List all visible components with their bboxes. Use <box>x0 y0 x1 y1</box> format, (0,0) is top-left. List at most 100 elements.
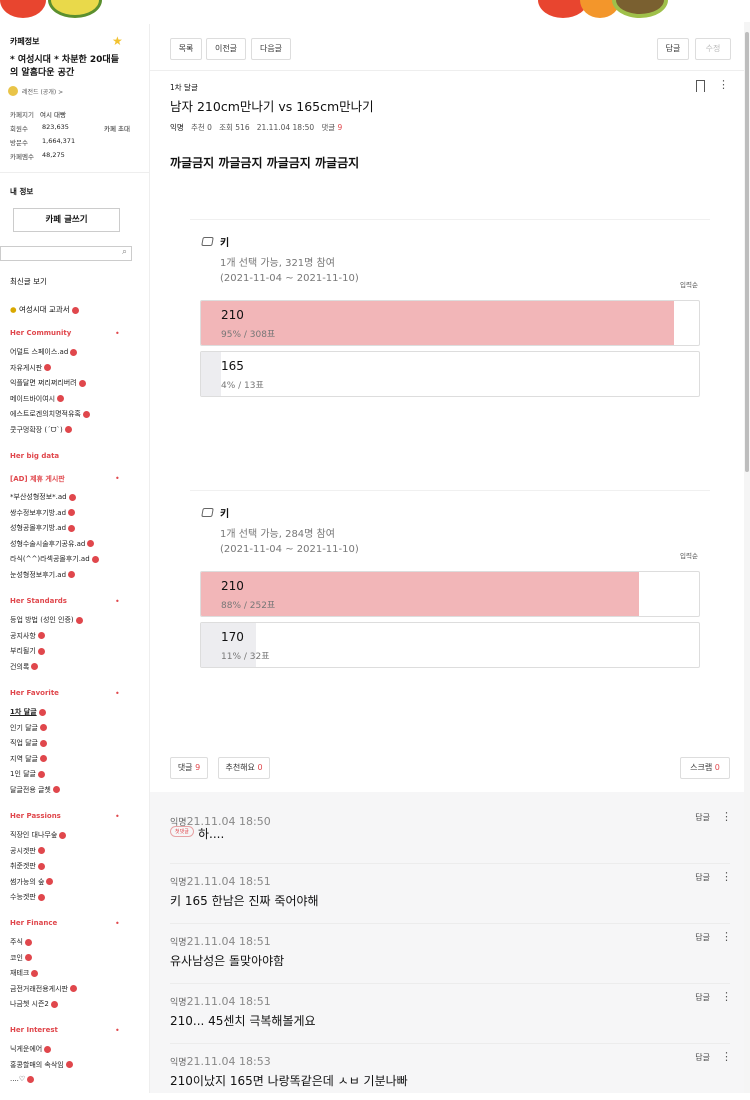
sidebar-menu-item[interactable]: 직업 달글 <box>10 738 47 748</box>
cafe-name[interactable]: * 여성시대 * 차분한 20대들의 알흠다운 공간 <box>10 54 122 80</box>
more-options-icon[interactable]: ⋮ <box>721 810 732 823</box>
menu-group-title[interactable]: Her Finance <box>10 919 57 927</box>
star-icon[interactable]: ★ <box>112 34 123 48</box>
collapse-icon[interactable]: • <box>115 329 120 338</box>
menu-group-title[interactable]: Her Standards <box>10 597 67 605</box>
sidebar-menu-item[interactable]: 홍콩할매의 속삭임 <box>10 1060 73 1070</box>
sidebar-menu-item[interactable]: 자유게시판 <box>10 363 52 373</box>
sidebar-menu-item[interactable]: 금전거래전용게시판 <box>10 984 77 994</box>
search-input[interactable]: ⌕ <box>0 246 132 261</box>
collapse-icon[interactable]: • <box>115 474 120 483</box>
sidebar-menu-item[interactable]: 지역 달글 <box>10 754 47 764</box>
sidebar-menu-item[interactable]: 익플달면 쩌리쩌리버려 <box>10 378 86 388</box>
poll-sort[interactable]: 입력순 <box>680 279 698 289</box>
post-author[interactable]: 익명 <box>170 123 184 132</box>
edit-button[interactable]: 수정 <box>695 38 731 60</box>
post-comments-label[interactable]: 댓글 <box>321 123 335 132</box>
sidebar-menu-item[interactable]: 성형수술시술후기공유.ad <box>10 539 95 549</box>
sidebar-menu-item[interactable]: 수능겟판 <box>10 892 45 902</box>
menu-group-title[interactable]: Her Interest <box>10 1026 58 1034</box>
sidebar-menu-item[interactable]: 어덜트 스페이스.ad <box>10 347 78 357</box>
sidebar-menu-item[interactable]: 에스트로겐의치명적유혹 <box>10 409 90 419</box>
comment-reply-button[interactable]: 답글 <box>695 992 710 1003</box>
menu-group-title[interactable]: Her Favorite <box>10 689 59 697</box>
sidebar-menu-item[interactable]: 건의록 <box>10 662 39 672</box>
sidebar-menu-item[interactable]: 메이드바이여시 <box>10 394 65 404</box>
poll: 키 1개 선택 가능, 321명 참여 (2021-11-04 ~ 2021-11-… <box>190 219 710 429</box>
scrollbar-thumb[interactable] <box>745 32 749 472</box>
search-icon[interactable]: ⌕ <box>122 247 127 257</box>
list-button[interactable]: 목록 <box>170 38 202 60</box>
comment-author[interactable]: 익명 <box>170 878 187 888</box>
poll-option[interactable]: 170 11% / 32표 <box>200 622 700 668</box>
scrap-button[interactable]: 스크랩 0 <box>680 757 730 779</box>
more-options-icon[interactable]: ⋮ <box>721 930 732 943</box>
poll-option[interactable]: 210 88% / 252표 <box>200 571 700 617</box>
sidebar-menu-item[interactable]: 닉게운에어 <box>10 1044 52 1054</box>
menu-group-title[interactable]: [AD] 제휴 게시판 <box>10 474 65 484</box>
sidebar-menu-item[interactable]: 눈성형정보후기.ad <box>10 570 76 580</box>
sidebar-menu-item[interactable]: 공지사항 <box>10 631 45 641</box>
comment-author[interactable]: 익명 <box>170 938 187 948</box>
comment-reply-button[interactable]: 답글 <box>695 872 710 883</box>
sidebar-menu-item[interactable]: ....♡ <box>10 1075 35 1083</box>
sidebar-menu-item[interactable]: 쿳구멍확장 (ˊᗜˋ) <box>10 425 72 435</box>
sidebar-menu-item[interactable]: 직장인 대나무숲 <box>10 830 67 840</box>
sidebar-menu-item[interactable]: 달글전용 글쳇 <box>10 785 60 795</box>
prev-post-button[interactable]: 이전글 <box>206 38 246 60</box>
comment-reply-button[interactable]: 답글 <box>695 1052 710 1063</box>
write-post-button[interactable]: 카페 글쓰기 <box>13 208 120 232</box>
sidebar-menu-item[interactable]: 쌍수정보후기방.ad <box>10 508 76 518</box>
comment-reply-button[interactable]: 답글 <box>695 812 710 823</box>
manager-value[interactable]: 여시 대빵 <box>40 109 66 119</box>
invite-link[interactable]: 카페 초대 <box>104 123 130 133</box>
textbook-link[interactable]: ● 여성시대 교과서 <box>10 304 79 315</box>
sidebar-menu-item[interactable]: 코인 <box>10 953 32 963</box>
menu-group-title[interactable]: Her Passions <box>10 812 61 820</box>
menu-group-title[interactable]: Her big data <box>10 452 59 460</box>
apple-illustration <box>0 0 46 18</box>
comment-author[interactable]: 익명 <box>170 1058 187 1068</box>
sidebar-menu-item[interactable]: 주식 <box>10 937 32 947</box>
reply-button[interactable]: 답글 <box>657 38 689 60</box>
collapse-icon[interactable]: • <box>115 1026 120 1035</box>
sidebar-menu-item[interactable]: 인기 달글 <box>10 723 47 733</box>
poll-option[interactable]: 210 95% / 308표 <box>200 300 700 346</box>
bookmark-icon[interactable] <box>696 80 705 92</box>
collapse-icon[interactable]: • <box>115 919 120 928</box>
sidebar-menu-item[interactable]: 부리될기 <box>10 646 45 656</box>
sidebar-menu-item[interactable]: 성형공몰후기방.ad <box>10 523 76 533</box>
sidebar-menu-item[interactable]: 공시겟판 <box>10 846 45 856</box>
sidebar-menu-item[interactable]: 재테크 <box>10 968 39 978</box>
collapse-icon[interactable]: • <box>115 597 120 606</box>
sidebar-menu-item[interactable]: 1인 달글 <box>10 769 45 779</box>
recent-posts-link[interactable]: 최신글 보기 <box>10 276 47 287</box>
comment-reply-button[interactable]: 답글 <box>695 932 710 943</box>
sidebar-menu-item[interactable]: 등업 방법 (성인 인증) <box>10 615 83 625</box>
more-options-icon[interactable]: ⋮ <box>721 1050 732 1063</box>
like-button[interactable]: 추천해요 0 <box>218 757 270 779</box>
comment-author[interactable]: 익명 <box>170 998 187 1008</box>
sidebar-menu-item[interactable]: 취준겟판 <box>10 861 45 871</box>
collapse-icon[interactable]: • <box>115 689 120 698</box>
sidebar-menu-item[interactable]: 나금쳇 시즌2 <box>10 999 58 1009</box>
more-options-icon[interactable]: ⋮ <box>721 870 732 883</box>
more-options-icon[interactable]: ⋮ <box>721 990 732 1003</box>
sidebar-menu-item[interactable]: *부산성형정보*.ad <box>10 492 76 502</box>
sidebar-menu-item[interactable]: 1차 달글 <box>10 707 46 717</box>
comment-toggle-button[interactable]: 댓글 9 <box>170 757 208 779</box>
visitors-label: 방문수 <box>10 139 28 147</box>
board-name[interactable]: 1차 달글 <box>170 82 198 93</box>
poll-option[interactable]: 165 4% / 13표 <box>200 351 700 397</box>
menu-group-title[interactable]: Her Community <box>10 329 71 337</box>
kiwi-illustration <box>48 0 102 18</box>
cafe-level[interactable]: 레전드 (공개) > <box>22 87 63 96</box>
sidebar-menu-item[interactable]: 썸가능의 숲 <box>10 877 54 887</box>
collapse-icon[interactable]: • <box>115 812 120 821</box>
my-info-label[interactable]: 내 정보 <box>10 186 33 197</box>
sidebar-menu-item[interactable]: 라식(^^)라섹공몰후기.ad <box>10 554 99 564</box>
more-options-icon[interactable]: ⋮ <box>718 78 729 91</box>
next-post-button[interactable]: 다음글 <box>251 38 291 60</box>
scrollbar[interactable] <box>744 22 750 1093</box>
poll-sort[interactable]: 입력순 <box>680 550 698 560</box>
